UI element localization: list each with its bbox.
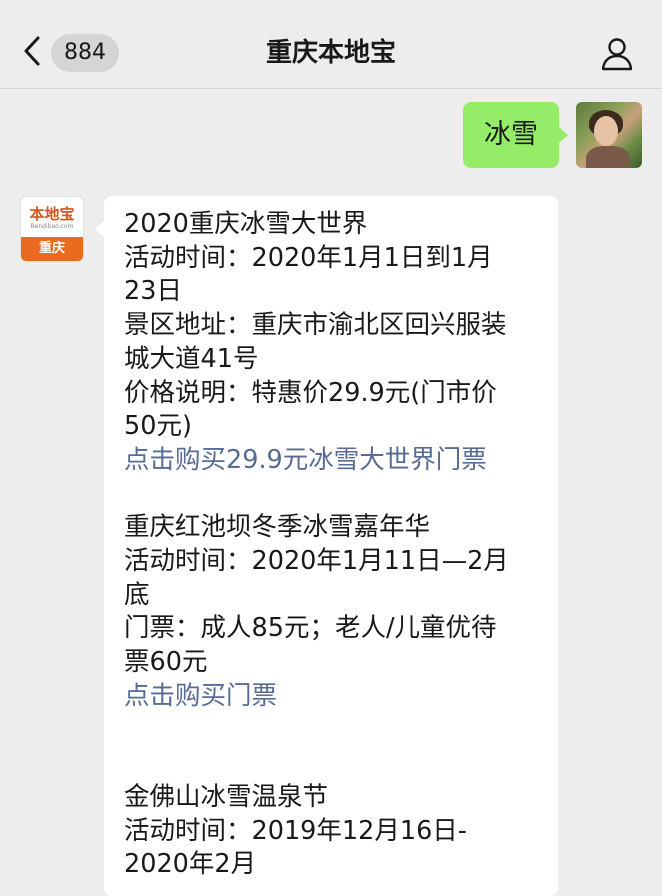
message-line: 城大道41号 <box>124 343 259 374</box>
my-avatar[interactable] <box>576 102 642 168</box>
person-icon[interactable] <box>600 37 634 71</box>
message-line: 门票：成人85元；老人/儿童优待 <box>124 613 497 644</box>
sender-logo-text: 本地宝 <box>29 205 75 223</box>
incoming-message[interactable]: 2020重庆冰雪大世界 活动时间：2020年1月1日到1月 23日 景区地址：重… <box>95 196 558 896</box>
message-line: 活动时间：2020年1月1日到1月 <box>124 242 493 273</box>
message-line: 底 <box>124 579 150 610</box>
buy-ticket-link[interactable]: 点击购买门票 <box>124 680 542 714</box>
chat-title: 重庆本地宝 <box>265 38 396 68</box>
message-line: 金佛山冰雪温泉节 <box>124 781 329 812</box>
message-line: 23日 <box>124 276 182 307</box>
buy-ice-world-ticket-link[interactable]: 点击购买29.9元冰雪大世界门票 <box>124 444 542 478</box>
message-line: 50元) <box>124 411 192 442</box>
outgoing-message[interactable]: 冰雪 <box>463 102 568 168</box>
chat-header: 884 重庆本地宝 <box>0 0 662 89</box>
sender-logo-url: Bendibao.com <box>30 223 74 230</box>
message-line: 活动时间：2020年1月11日—2月 <box>124 546 509 577</box>
message-line: 价格说明：特惠价29.9元(门市价 <box>124 377 497 408</box>
message-line: 2020年2月 <box>124 849 257 880</box>
sender-avatar[interactable]: 本地宝 Bendibao.com 重庆 <box>20 196 84 262</box>
message-line: 活动时间：2019年12月16日- <box>124 815 467 846</box>
message-line: 重庆红池坝冬季冰雪嘉年华 <box>124 512 431 543</box>
message-line: 票60元 <box>124 647 208 678</box>
message-line: 景区地址：重庆市渝北区回兴服装 <box>124 310 507 341</box>
sender-city-label: 重庆 <box>21 237 83 261</box>
message-line: 2020重庆冰雪大世界 <box>124 209 368 239</box>
